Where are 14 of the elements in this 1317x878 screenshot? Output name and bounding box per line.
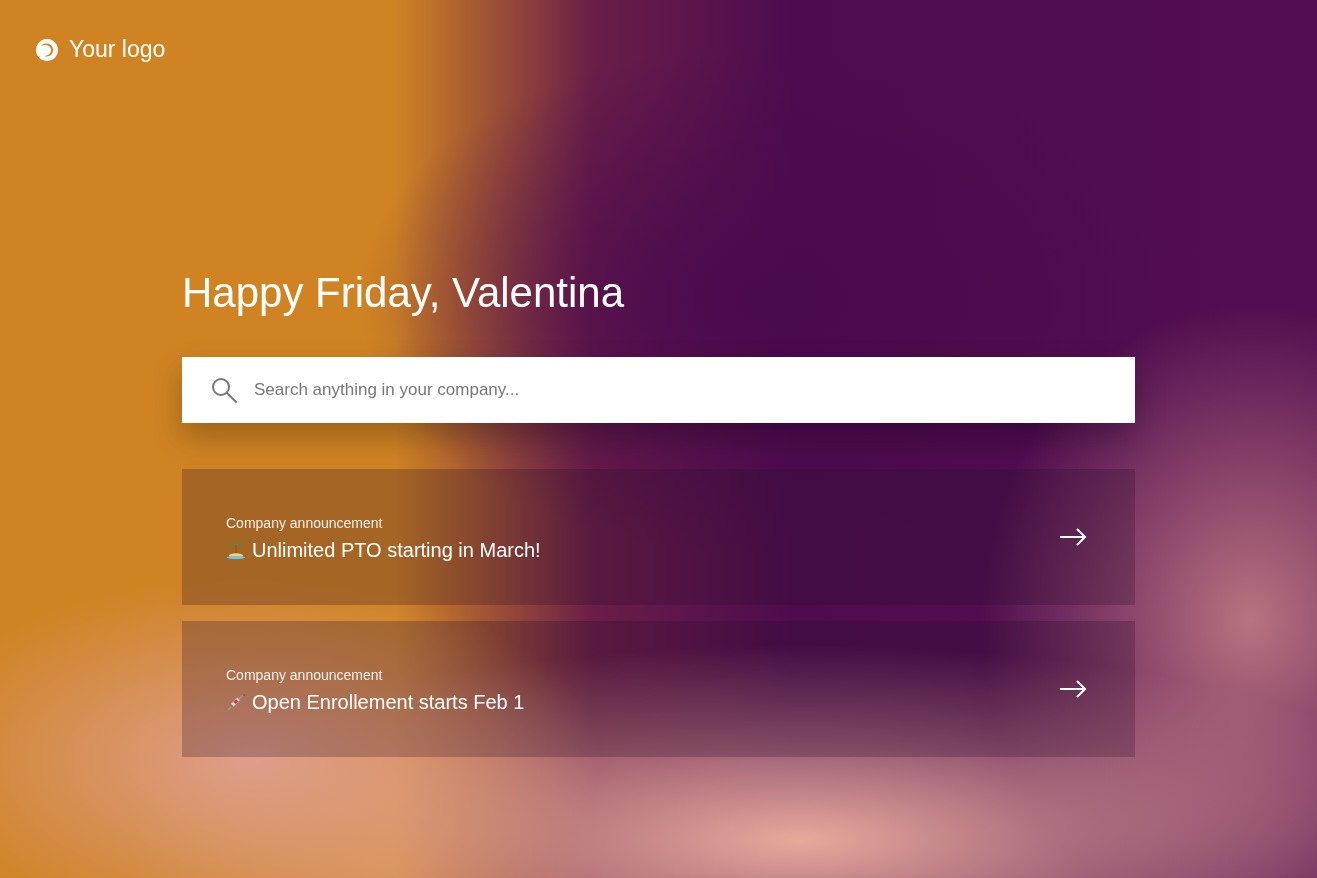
arrow-right-icon — [1059, 528, 1087, 546]
island-icon — [226, 540, 246, 560]
announcement-title: Open Enrollement starts Feb 1 — [252, 690, 525, 714]
syringe-icon — [226, 692, 246, 712]
logo-icon — [35, 37, 59, 62]
logo-text: Your logo — [69, 36, 166, 63]
announcement-label: Company announcement — [226, 514, 384, 531]
announcement-label: Company announcement — [226, 666, 384, 683]
arrow-right-icon — [1059, 680, 1087, 698]
search-field[interactable]: Search anything in your company... — [182, 357, 1135, 423]
greeting-heading: Happy Friday, Valentina — [182, 269, 625, 317]
announcement-title: Unlimited PTO starting in March! — [252, 538, 541, 562]
announcement-card[interactable]: Company announcement Open Enrollement starts Feb 1 — [182, 621, 1135, 757]
announcement-card[interactable]: Company announcement Unlimited PTO starting in March! — [182, 469, 1135, 605]
